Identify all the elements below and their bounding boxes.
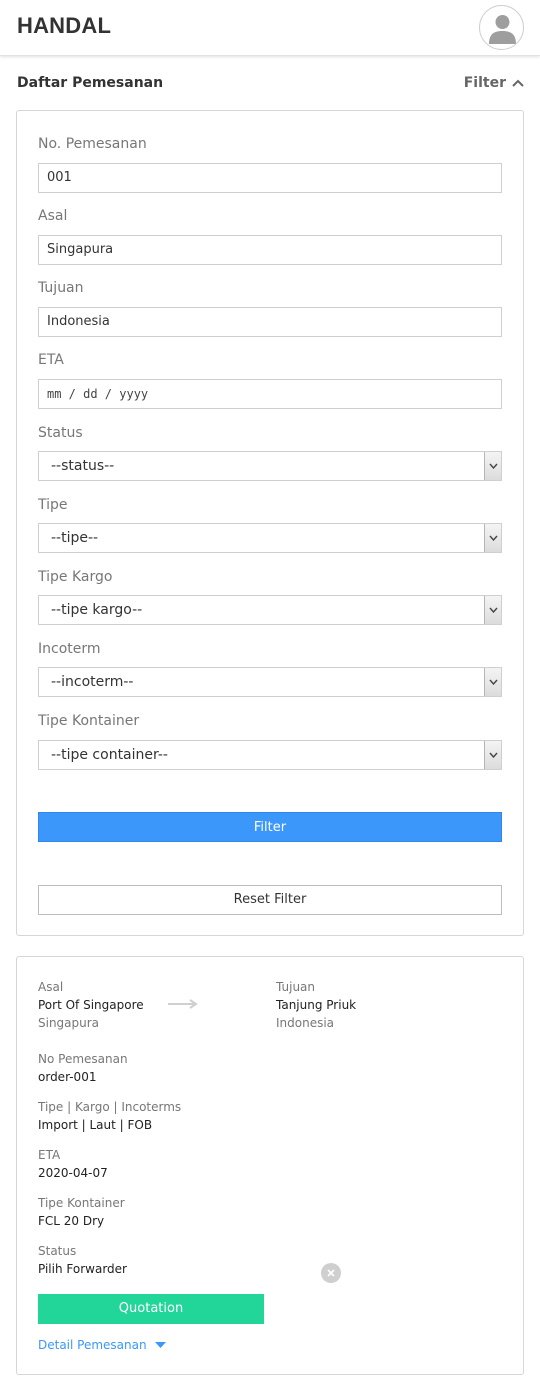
- arrow-right-icon: [168, 994, 198, 1013]
- detail-pemesanan-label: Detail Pemesanan: [38, 1338, 147, 1352]
- tipe-kontainer-label: Tipe Kontainer: [38, 1196, 125, 1210]
- filter-panel: No. Pemesanan 001 Asal Singapura Tujuan …: [16, 110, 524, 936]
- destination-country: Indonesia: [276, 1016, 335, 1030]
- no-pemesanan-label: No. Pemesanan: [38, 136, 147, 152]
- filter-button[interactable]: Filter: [38, 812, 502, 842]
- tipe-kontainer-label: Tipe Kontainer: [38, 713, 140, 729]
- status-value: Pilih Forwarder: [38, 1262, 127, 1276]
- origin-label: Asal: [38, 980, 64, 994]
- filter-toggle[interactable]: Filter: [464, 75, 524, 91]
- page-title: Daftar Pemesanan: [17, 75, 164, 91]
- order-card: Asal Port Of Singapore Singapura Tujuan …: [16, 956, 524, 1375]
- tipe-kargo-label: Tipe Kargo: [38, 569, 113, 585]
- chevron-down-icon: [484, 668, 501, 696]
- eta-value: 2020-04-07: [38, 1166, 108, 1180]
- status-select[interactable]: --status--: [38, 451, 502, 481]
- origin-country: Singapura: [38, 1016, 100, 1030]
- caret-down-icon: [154, 1338, 166, 1352]
- tujuan-label: Tujuan: [38, 280, 84, 296]
- chevron-down-icon: [484, 524, 501, 552]
- brand-logo[interactable]: HANDAL: [17, 13, 111, 39]
- tujuan-input[interactable]: Indonesia: [38, 307, 502, 337]
- tipe-kargo-select-value: --tipe kargo--: [51, 602, 143, 618]
- tipe-label: Tipe: [38, 497, 68, 513]
- top-bar: HANDAL: [0, 0, 540, 56]
- quotation-button[interactable]: Quotation: [38, 1294, 264, 1324]
- incoterm-select[interactable]: --incoterm--: [38, 667, 502, 697]
- status-label: Status: [38, 425, 83, 441]
- incoterm-label: Incoterm: [38, 641, 101, 657]
- no-pemesanan-value: order-001: [38, 1070, 97, 1084]
- chevron-down-icon: [484, 741, 501, 769]
- asal-label: Asal: [38, 208, 68, 224]
- no-pemesanan-input[interactable]: 001: [38, 163, 502, 193]
- tipe-select-value: --tipe--: [51, 530, 99, 546]
- no-pemesanan-label: No Pemesanan: [38, 1052, 128, 1066]
- chevron-up-icon: [512, 75, 524, 91]
- asal-input[interactable]: Singapura: [38, 235, 502, 265]
- tipe-select[interactable]: --tipe--: [38, 523, 502, 553]
- tipe-kargo-incoterms-value: Import | Laut | FOB: [38, 1118, 153, 1132]
- user-avatar-icon[interactable]: [479, 5, 524, 50]
- reset-filter-button[interactable]: Reset Filter: [38, 885, 502, 915]
- destination-port: Tanjung Priuk: [276, 998, 357, 1012]
- incoterm-select-value: --incoterm--: [51, 674, 134, 690]
- eta-label: ETA: [38, 352, 64, 368]
- chevron-down-icon: [484, 452, 501, 480]
- tipe-kargo-incoterms-label: Tipe | Kargo | Incoterms: [38, 1100, 182, 1114]
- tipe-kontainer-value: FCL 20 Dry: [38, 1214, 105, 1228]
- tipe-kontainer-select[interactable]: --tipe container--: [38, 740, 502, 770]
- close-icon[interactable]: [321, 1263, 341, 1283]
- tipe-kargo-select[interactable]: --tipe kargo--: [38, 595, 502, 625]
- eta-label: ETA: [38, 1148, 61, 1162]
- origin-port: Port Of Singapore: [38, 998, 144, 1012]
- chevron-down-icon: [484, 596, 501, 624]
- filter-toggle-label: Filter: [463, 75, 506, 91]
- tipe-kontainer-select-value: --tipe container--: [51, 747, 168, 763]
- destination-label: Tujuan: [276, 980, 316, 994]
- eta-date-input[interactable]: mm / dd / yyyy: [38, 379, 502, 409]
- status-select-value: --status--: [51, 458, 115, 474]
- section-header: Daftar Pemesanan Filter: [17, 74, 524, 96]
- detail-pemesanan-link[interactable]: Detail Pemesanan: [38, 1338, 166, 1352]
- status-label: Status: [38, 1244, 77, 1258]
